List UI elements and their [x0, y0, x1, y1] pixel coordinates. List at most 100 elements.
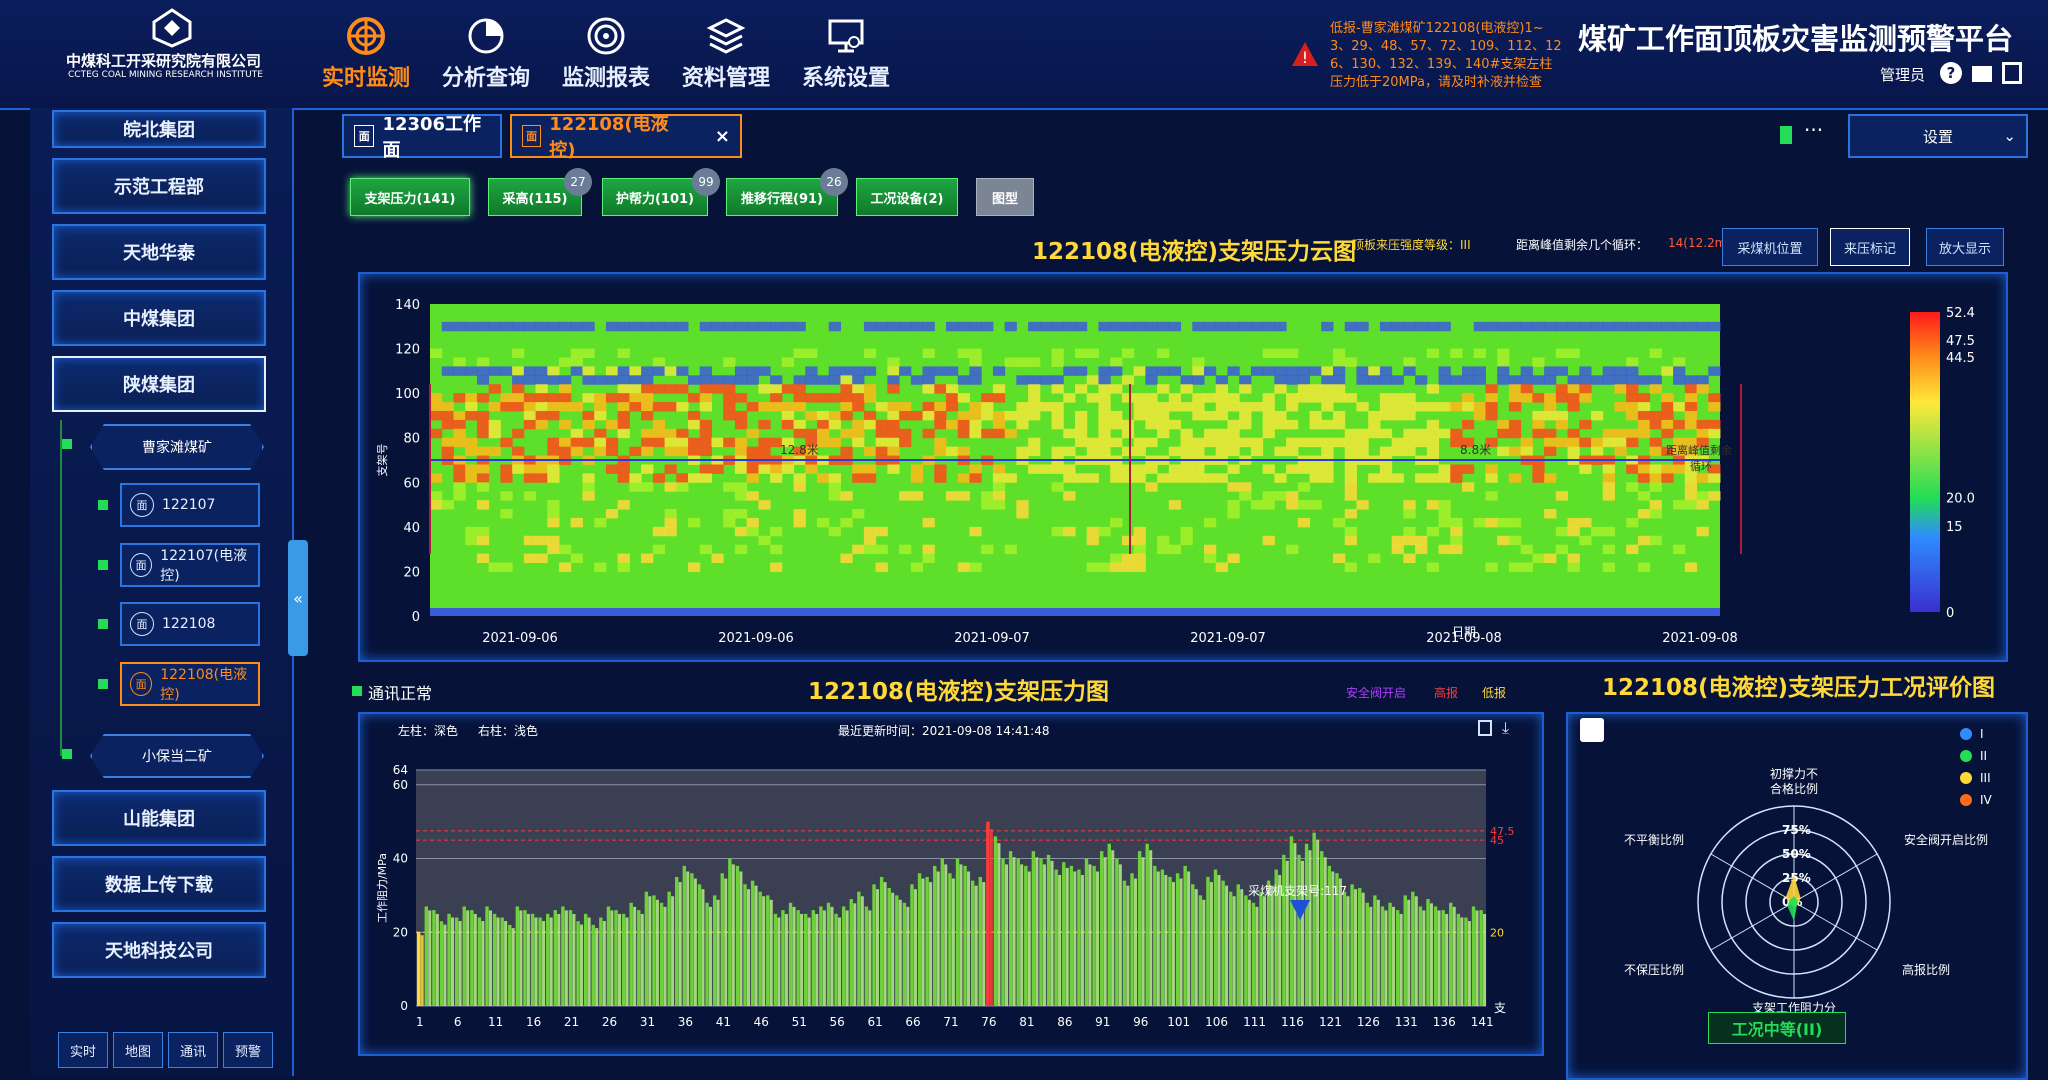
sidebar-item-demo-dept[interactable]: 示范工程部: [52, 158, 266, 214]
tree-item-122108[interactable]: 面 122108: [120, 602, 260, 646]
bottom-btn-realtime[interactable]: 实时: [58, 1032, 108, 1068]
filter-equipment[interactable]: 工况设备(2): [856, 178, 958, 216]
bar-left-column: [1395, 910, 1400, 1006]
heatmap-cell: [981, 410, 994, 421]
heatmap-cell: [500, 366, 513, 376]
heatmap-cell: [1321, 402, 1334, 412]
bottom-btn-map[interactable]: 地图: [113, 1032, 163, 1068]
sidebar-item-data-upload[interactable]: 数据上传下载: [52, 856, 266, 912]
close-icon[interactable]: ×: [715, 126, 730, 147]
bar-left-column: [1175, 873, 1180, 1006]
tree-root-xiaobaodang[interactable]: 小保当二矿: [90, 734, 264, 778]
tab-12306[interactable]: 面 12306工作面: [342, 114, 502, 161]
message-icon[interactable]: [1972, 66, 1992, 82]
download-icon[interactable]: ⤓: [1502, 718, 1509, 738]
heatmap-cell: [1227, 321, 1240, 332]
heatmap-cell: [1508, 402, 1522, 412]
filter-chart-type[interactable]: 图型: [976, 178, 1034, 216]
heatmap-cell: [887, 419, 900, 430]
bar-left-column: [879, 876, 884, 1006]
heatmap-cell: [1121, 393, 1135, 403]
app-title: 煤矿工作面顶板灾害监测预警平台: [1578, 22, 2014, 56]
tree-item-122107-dyk[interactable]: 面 122107(电液控): [120, 543, 260, 587]
bottom-btn-alarm[interactable]: 预警: [223, 1032, 273, 1068]
bar-left-column: [910, 884, 914, 1006]
radar-ring-label: 25%: [1782, 871, 1811, 885]
heatmap-cell: [1133, 410, 1146, 421]
zoom-display-button[interactable]: 放大显示: [1926, 228, 2004, 266]
help-icon[interactable]: ?: [1940, 62, 1962, 84]
heatmap-cell: [1168, 419, 1182, 430]
heatmap-cell: [1250, 366, 1264, 376]
heatmap-cell: [1204, 544, 1217, 555]
heatmap-cell: [1121, 535, 1135, 546]
heatmap-cell: [1708, 473, 1721, 483]
heatmap-cell: [934, 437, 947, 448]
heatmap-cell: [875, 446, 888, 457]
trash-icon[interactable]: [1780, 126, 1792, 144]
heatmap-cell: [946, 446, 959, 457]
heatmap-cell: [922, 517, 935, 528]
heatmap-cell: [1391, 393, 1404, 403]
shearer-position-button[interactable]: 采煤机位置: [1722, 228, 1818, 266]
heatmap-cell: [1637, 321, 1651, 332]
heatmap-cell: [1110, 419, 1123, 430]
sidebar-item-shanmei[interactable]: 陕煤集团: [52, 356, 266, 412]
tree-item-122108-dyk[interactable]: 面 122108(电液控): [120, 662, 260, 706]
sidebar-item-wanbei[interactable]: 皖北集团: [52, 110, 266, 148]
heatmap-cell: [934, 384, 947, 394]
heatmap-cell: [500, 402, 513, 412]
logout-icon[interactable]: [2002, 62, 2022, 84]
sidebar-item-tiandi-huatai[interactable]: 天地华泰: [52, 224, 266, 280]
tab-122108-dyk[interactable]: 面 122108(电液控) ×: [510, 114, 742, 161]
heatmap-cell: [476, 446, 490, 457]
nav-monitor-report[interactable]: 监测报表: [556, 10, 656, 100]
heatmap-cell: [1121, 473, 1135, 483]
heatmap-cell: [1192, 473, 1205, 483]
pressure-mark-button[interactable]: 来压标记: [1830, 228, 1910, 266]
sidebar-item-tiandi-tech[interactable]: 天地科技公司: [52, 922, 266, 978]
heatmap-cell: [594, 428, 607, 439]
bottom-btn-comm[interactable]: 通讯: [168, 1032, 218, 1068]
heatmap-cell: [1708, 366, 1721, 376]
x-tick-label: 96: [1133, 1015, 1148, 1029]
nav-analysis-query[interactable]: 分析查询: [436, 10, 536, 100]
heatmap-cell: [1051, 348, 1064, 358]
sidebar-item-shanneng[interactable]: 山能集团: [52, 790, 266, 846]
bar-left-column: [1130, 873, 1134, 1006]
bar-right-column: [1225, 885, 1229, 1006]
list-icon[interactable]: [1478, 720, 1492, 736]
bar-left-column: [492, 913, 497, 1006]
heatmap-cell: [1344, 464, 1357, 474]
heatmap-cell: [1344, 562, 1357, 572]
heatmap-cell: [1508, 384, 1522, 394]
heatmap-cell: [793, 509, 806, 519]
bar-left-column: [1221, 880, 1225, 1006]
bar-right-column: [564, 910, 568, 1006]
nav-realtime-monitor[interactable]: 实时监测: [316, 10, 416, 100]
nav-data-management[interactable]: 资料管理: [676, 10, 776, 100]
heatmap-cell: [1157, 321, 1170, 332]
sidebar-item-zhongmei[interactable]: 中煤集团: [52, 290, 266, 346]
heatmap-cell: [1157, 428, 1170, 439]
more-icon[interactable]: ···: [1804, 118, 1823, 142]
heatmap-cell: [535, 366, 548, 376]
bar-left-column: [667, 891, 671, 1006]
heatmap-cell: [617, 402, 630, 412]
legend-label: IV: [1980, 793, 1993, 807]
heatmap-cell: [1450, 535, 1463, 546]
filter-support-pressure[interactable]: 支架压力(141): [350, 178, 470, 216]
sidebar-collapse-handle[interactable]: «: [288, 540, 308, 656]
heatmap-cell: [1121, 553, 1135, 564]
legend-dot: [1960, 750, 1972, 762]
heatmap-cell: [1661, 402, 1674, 412]
bar-right-column: [929, 882, 933, 1006]
tree-item-122107[interactable]: 面 122107: [120, 483, 260, 527]
tree-root-caojiatan[interactable]: 曹家滩煤矿: [90, 424, 264, 470]
heatmap-cell: [699, 393, 712, 403]
heatmap-cell: [957, 348, 970, 358]
settings-select[interactable]: 设置 ⌄: [1848, 114, 2028, 158]
heatmap-cell: [1344, 526, 1357, 537]
nav-system-settings[interactable]: 系统设置: [796, 10, 896, 100]
heatmap-cell: [453, 393, 466, 403]
